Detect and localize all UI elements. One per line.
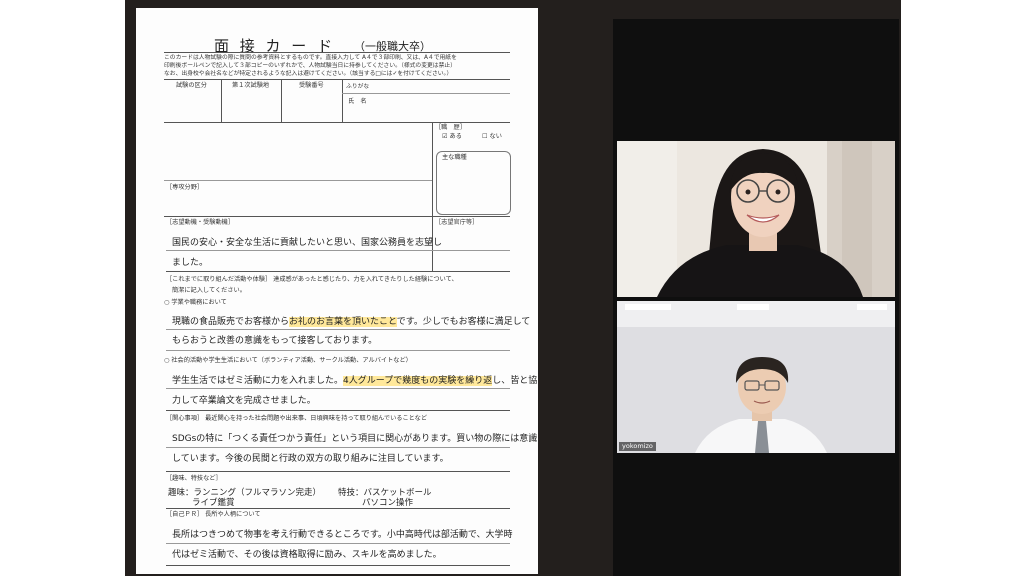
label-interests: ［関心事項］ 最近関心を持った社会問題や出来事、日頃興味を持って取り組んでいるこ… (166, 415, 428, 422)
rule (166, 350, 510, 351)
grid-line (164, 79, 510, 80)
grid-line (164, 180, 432, 181)
label-yes: ある (449, 133, 462, 140)
video-tile-participant-1[interactable] (617, 141, 895, 297)
rule (166, 447, 510, 448)
grid-line (164, 216, 510, 217)
rule (166, 410, 510, 411)
label-main-duties: 主な職種 (442, 154, 467, 161)
motivation-line-2: ました。 (172, 258, 209, 268)
interests-line-1: SDGsの特に「つくる責任つかう責任」という項目に関心があります。買い物の際には… (172, 434, 538, 444)
label-desired-office: ［志望官庁等］ (435, 219, 479, 226)
rule (166, 388, 510, 389)
intro-line-1: このカードは人物試験の際に質問の参考資料とするものです。直接入力して A４で３部… (164, 55, 457, 61)
shared-document: 面 接 カ ー ド （一般職大卒） このカードは人物試験の際に質問の参考資料とす… (136, 8, 538, 574)
label-social: ○ 社会的活動や学生生活において（ボランティア活動、サークル活動、アルバイトなど… (164, 357, 412, 364)
school-text-a: 現職の食品販売でお客様から (172, 317, 290, 327)
screen: 面 接 カ ー ド （一般職大卒） このカードは人物試験の際に質問の参考資料とす… (0, 0, 1024, 576)
school-line-1: 現職の食品販売でお客様からお礼のお言葉を頂いたことです。少しでもお客様に満足して (172, 317, 530, 328)
rule (166, 508, 510, 509)
grid-line (342, 93, 510, 94)
label-efforts: ［これまでに取り組んだ活動や体験］ 達成感があったと感じたり、力を入れてきたりし… (166, 276, 458, 283)
label-first-exam-site: 第１次試験地 (232, 82, 270, 89)
title-rule (164, 52, 510, 53)
label-motivation: ［志望動機・受験動機］ (166, 219, 235, 226)
social-text-a: 学生生活ではゼミ活動に力を入れました。 (172, 376, 344, 386)
skill-line-2: パソコン操作 (362, 498, 414, 508)
hobby-line-1: 趣味：ランニング（フルマラソン完走） (168, 488, 322, 498)
pr-line-2: 代はゼミ活動で、その後は資格取得に励み、スキルを高めました。 (172, 550, 442, 560)
label-no: ない (489, 133, 502, 140)
grid-line (221, 79, 222, 122)
label-school-work: ○ 学業や職務において (164, 299, 227, 306)
grid-line (281, 79, 282, 122)
label-job-history: ［職 歴］ (435, 124, 466, 131)
checkbox-yes[interactable]: ☑ ある (442, 133, 462, 141)
highlight: お礼のお言葉を頂いたこと (289, 317, 397, 327)
rule (166, 329, 510, 330)
grid-line (164, 122, 510, 123)
rule (166, 471, 510, 472)
label-hobbies: ［趣味、特技など］ (166, 475, 222, 482)
label-name: 氏 名 (348, 98, 367, 105)
rule (166, 565, 510, 566)
label-efforts-2: 簡潔に記入してください。 (172, 287, 246, 294)
highlight: 4人グループで幾度もの実験を繰り返 (343, 376, 493, 386)
hobby-line-2: ライブ鑑賞 (192, 498, 235, 508)
checkbox-no[interactable]: ☐ ない (482, 133, 502, 141)
label-furigana: ふりがな (346, 84, 370, 90)
pr-line-1: 長所はつきつめて物事を考え行動できるところです。小中高時代は部活動で、大学時 (172, 530, 513, 540)
rule (166, 271, 510, 272)
grid-line (342, 79, 343, 122)
social-text-c: し、皆と協 (492, 376, 538, 386)
rule (166, 543, 510, 544)
intro-line-3: なお、出身校や会社名などが特定されるような記入は避けてください。（該当する□には… (164, 71, 453, 77)
school-line-2: もらおうと改善の意識をもって接客しております。 (172, 336, 378, 346)
school-text-c: です。少しでもお客様に満足して (396, 317, 531, 327)
label-major: ［専攻分野］ (166, 184, 204, 191)
motivation-line-1: 国民の安心・安全な生活に貢献したいと思い、国家公務員を志望し (172, 238, 443, 248)
interests-line-2: しています。今後の民間と行政の双方の取り組みに注目しています。 (172, 454, 449, 464)
social-line-2: 力して卒業論文を完成させました。 (172, 396, 316, 406)
grid-line (432, 122, 433, 216)
rule (166, 250, 510, 251)
video-tile-participant-2[interactable]: yokomizo (617, 301, 895, 453)
participant-name-label: yokomizo (619, 442, 656, 451)
social-line-1: 学生生活ではゼミ活動に力を入れました。4人グループで幾度もの実験を繰り返し、皆と… (172, 376, 537, 387)
intro-line-2: 印刷後ボールペンで記入して３部コピーのいずれかで、人物試験当日に持参してください… (164, 63, 456, 69)
label-exam-number: 受験番号 (299, 82, 324, 89)
video-panel (613, 19, 899, 576)
participant-1-video (617, 141, 895, 297)
label-self-pr: ［自己ＰＲ］ 長所や人柄について (166, 511, 261, 518)
label-exam-category: 試験の区分 (176, 82, 207, 89)
participant-2-video (617, 301, 895, 453)
